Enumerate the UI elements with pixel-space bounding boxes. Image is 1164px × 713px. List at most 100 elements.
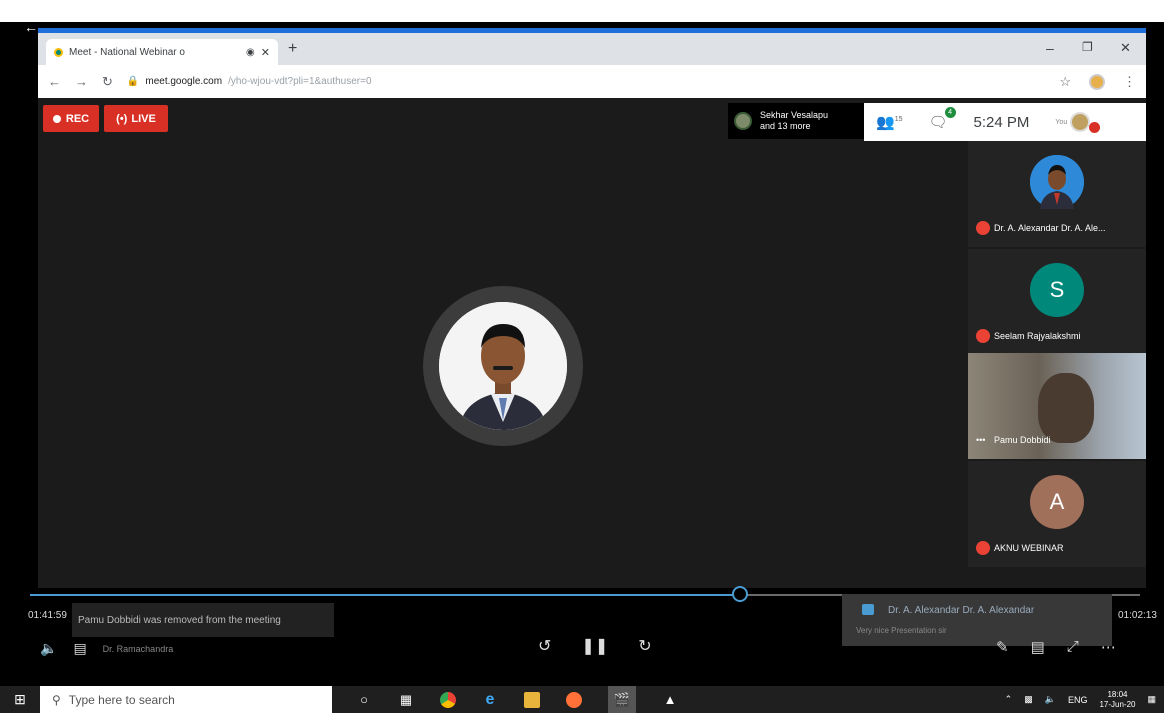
url-path: /yho-wjou-vdt?pli=1&authuser=0 <box>228 76 372 87</box>
chat-icon <box>862 604 874 615</box>
people-icon: 👥 <box>876 114 895 131</box>
browser-toolbar: ← → ↻ 🔒 meet.google.com/yho-wjou-vdt?pli… <box>38 65 1146 98</box>
cortana-icon[interactable]: ○ <box>356 692 372 708</box>
taskbar-apps: ○ ▦ e 🎬 ▲ <box>356 686 678 713</box>
star-icon[interactable]: ☆ <box>1059 74 1071 90</box>
main-speaker-ring <box>423 286 583 446</box>
profile-avatar[interactable] <box>1089 73 1105 90</box>
chat-icon: 🗨 <box>928 114 948 131</box>
participant-tile[interactable]: S Seelam Rajyalakshmi <box>968 249 1146 355</box>
rewind-10-icon[interactable]: ↺ <box>538 636 551 656</box>
meet-clock: 5:24 PM <box>973 113 1030 131</box>
player-right-controls: ✎ ▤ ⤢ ⋯ <box>996 638 1116 656</box>
time-total: 01:02:13 <box>1118 610 1157 621</box>
language[interactable]: ENG <box>1068 695 1088 705</box>
chat-button[interactable]: 🗨 4 <box>928 107 956 131</box>
participant-avatar: A <box>1030 475 1084 529</box>
participant-avatar: S <box>1030 263 1084 317</box>
mic-off-icon <box>976 541 990 555</box>
screen: ← Meet - National Webinar o ◉ ✕ + – ❐ ✕ … <box>0 0 1164 713</box>
firefox-icon[interactable] <box>566 691 582 708</box>
photos-icon[interactable]: ▲ <box>662 692 678 708</box>
speaker-name-label: Dr. Ramachandra <box>102 643 174 654</box>
main-speaker-avatar <box>439 302 567 430</box>
caption-icon[interactable]: ▤ <box>73 640 86 657</box>
new-tab-button[interactable]: + <box>288 40 297 58</box>
speaker-icon[interactable]: 🔈 <box>1045 694 1056 705</box>
fullscreen-icon[interactable]: ⤢ <box>1067 638 1079 656</box>
participant-name: Dr. A. Alexandar Dr. A. Ale... <box>994 223 1106 233</box>
edge-icon[interactable]: e <box>482 691 498 708</box>
time-elapsed: 01:41:59 <box>28 610 67 621</box>
back-arrow-icon[interactable]: ← <box>24 20 38 34</box>
recording-indicator[interactable]: REC <box>43 105 99 132</box>
participant-name: AKNU WEBINAR <box>994 543 1064 553</box>
windows-start-icon[interactable]: ⊞ <box>0 691 40 708</box>
you-avatar <box>1070 112 1091 132</box>
self-view[interactable]: You <box>1055 112 1101 133</box>
live-indicator[interactable]: (•) LIVE <box>104 105 168 132</box>
participant-tiles: Dr. A. Alexandar Dr. A. Ale... S Seelam … <box>968 141 1146 568</box>
tray-time: 18:04 <box>1107 689 1128 699</box>
pause-icon[interactable]: ❚❚ <box>581 636 608 656</box>
video-editor-icon[interactable]: 🎬 <box>608 686 636 713</box>
presenter-more: and 13 more <box>760 121 811 131</box>
live-label: LIVE <box>131 112 156 125</box>
you-label: You <box>1055 118 1068 126</box>
taskbar: ⊞ ⚲ Type here to search ○ ▦ e 🎬 ▲ ⌃ ▩ 🔈 … <box>0 686 1164 713</box>
task-view-icon[interactable]: ▦ <box>398 692 414 708</box>
presenter-chip[interactable]: Sekhar Vesalapu and 13 more <box>728 103 864 139</box>
minimize-icon[interactable]: – <box>1046 40 1054 56</box>
address-bar[interactable]: 🔒 meet.google.com/yho-wjou-vdt?pli=1&aut… <box>127 71 1045 93</box>
chrome-icon[interactable] <box>440 691 456 708</box>
more-icon[interactable]: ⋯ <box>1101 638 1116 656</box>
meet-top-bar: 👥15 🗨 4 5:24 PM You <box>864 103 1146 141</box>
browser-window: Meet - National Webinar o ◉ ✕ + – ❐ ✕ ← … <box>38 28 1146 98</box>
chat-badge: 4 <box>944 107 956 118</box>
tab-title: Meet - National Webinar o <box>69 46 185 58</box>
people-button[interactable]: 👥15 <box>876 113 902 131</box>
presenter-name: Sekhar Vesalapu <box>760 110 829 120</box>
participant-tile[interactable]: A AKNU WEBINAR <box>968 461 1146 567</box>
tray-clock[interactable]: 18:04 17-Jun-20 <box>1099 690 1135 710</box>
close-window-icon[interactable]: ✕ <box>1120 40 1131 56</box>
restore-icon[interactable]: ❐ <box>1082 40 1093 54</box>
rec-dot-icon <box>52 114 61 123</box>
participant-photo-icon <box>1030 155 1084 209</box>
volume-icon[interactable]: 🔈 <box>40 640 57 657</box>
network-icon[interactable]: ▩ <box>1024 694 1033 705</box>
chat-sender: Dr. A. Alexandar Dr. A. Alexandar <box>888 605 1035 616</box>
menu-icon[interactable]: ⋮ <box>1123 74 1136 90</box>
player-left-controls: 🔈 ▤ Dr. Ramachandra <box>40 640 173 657</box>
captions-icon[interactable]: ▤ <box>1031 638 1045 656</box>
forward-30-icon[interactable]: ↻ <box>638 636 651 656</box>
seek-handle[interactable] <box>732 586 749 602</box>
seek-progress <box>30 594 741 596</box>
rec-label: REC <box>65 112 90 125</box>
search-icon: ⚲ <box>52 692 61 707</box>
system-tray: ⌃ ▩ 🔈 ENG 18:04 17-Jun-20 ▦ <box>1005 690 1164 710</box>
reload-icon[interactable]: ↻ <box>102 74 113 90</box>
forward-icon[interactable]: → <box>75 74 88 89</box>
live-icon: (•) <box>116 112 128 125</box>
pen-icon[interactable]: ✎ <box>996 638 1009 656</box>
browser-tab[interactable]: Meet - National Webinar o ◉ ✕ <box>46 39 278 65</box>
presenter-avatar <box>734 112 752 130</box>
participant-name: Seelam Rajyalakshmi <box>994 331 1081 341</box>
participant-tile[interactable]: Dr. A. Alexandar Dr. A. Ale... <box>968 141 1146 247</box>
file-explorer-icon[interactable] <box>524 691 540 708</box>
notification-toast: Pamu Dobbidi was removed from the meetin… <box>72 603 334 637</box>
tray-chevron-icon[interactable]: ⌃ <box>1005 694 1013 705</box>
back-icon[interactable]: ← <box>48 74 61 89</box>
meet-favicon-icon <box>54 47 63 57</box>
chat-message: Very nice Presentation sir <box>856 626 947 635</box>
tab-close-icon[interactable]: ✕ <box>261 46 270 59</box>
meet-stage: REC (•) LIVE Sekhar Vesalapu and 13 more… <box>38 98 1146 588</box>
tab-audio-icon[interactable]: ◉ <box>246 47 255 58</box>
participant-tile-video[interactable]: ••• Pamu Dobbidi <box>968 353 1146 459</box>
url-host: meet.google.com <box>145 76 223 87</box>
audio-dots-icon: ••• <box>976 435 986 445</box>
taskbar-search[interactable]: ⚲ Type here to search <box>40 686 332 713</box>
notifications-icon[interactable]: ▦ <box>1147 694 1156 705</box>
speaker-portrait-icon <box>439 302 567 430</box>
